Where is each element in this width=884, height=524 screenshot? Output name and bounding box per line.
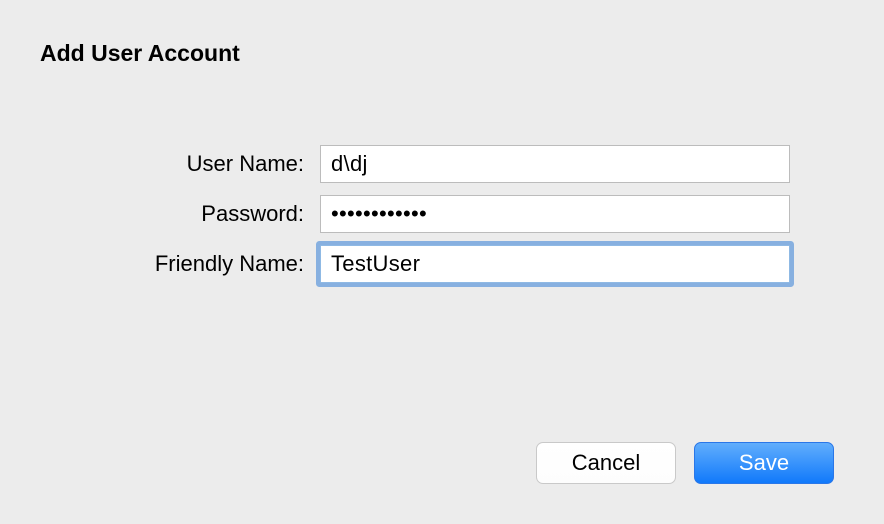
- friendly-name-row: Friendly Name:: [40, 245, 844, 283]
- password-label: Password:: [40, 201, 320, 227]
- dialog-title: Add User Account: [40, 40, 844, 67]
- cancel-button[interactable]: Cancel: [536, 442, 676, 484]
- friendly-name-input[interactable]: [320, 245, 790, 283]
- password-row: Password:: [40, 195, 844, 233]
- friendly-name-field-wrap: [320, 245, 790, 283]
- save-button[interactable]: Save: [694, 442, 834, 484]
- password-field-wrap: [320, 195, 790, 233]
- username-field-wrap: [320, 145, 790, 183]
- button-row: Cancel Save: [40, 442, 844, 494]
- password-input[interactable]: [320, 195, 790, 233]
- friendly-name-label: Friendly Name:: [40, 251, 320, 277]
- add-user-account-dialog: Add User Account User Name: Password: Fr…: [0, 0, 884, 524]
- username-input[interactable]: [320, 145, 790, 183]
- form: User Name: Password: Friendly Name:: [40, 145, 844, 283]
- username-label: User Name:: [40, 151, 320, 177]
- username-row: User Name:: [40, 145, 844, 183]
